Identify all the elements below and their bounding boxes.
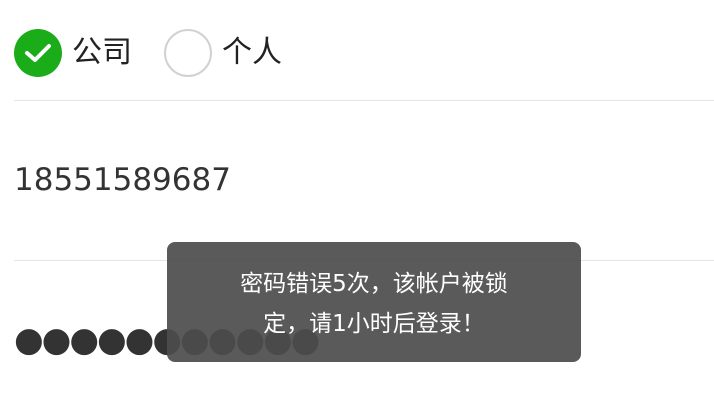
- radio-label-personal: 个人: [222, 35, 282, 70]
- radio-label-company: 公司: [72, 35, 132, 70]
- account-type-radio-group: 公司 个人: [14, 29, 282, 77]
- radio-unchecked-icon[interactable]: [164, 29, 212, 77]
- divider: [14, 100, 714, 101]
- error-toast: 密码错误5次，该帐户被锁定，请1小时后登录！: [167, 242, 581, 362]
- login-screen: 公司 个人 18551589687 ●●●●●●●●●●● 密码错误5次，该帐户…: [0, 0, 714, 416]
- toast-message: 密码错误5次，该帐户被锁定，请1小时后登录！: [240, 271, 508, 337]
- radio-option-company[interactable]: 公司: [14, 29, 132, 77]
- checkmark-icon[interactable]: [14, 29, 62, 77]
- radio-option-personal[interactable]: 个人: [164, 29, 282, 77]
- phone-input[interactable]: 18551589687: [14, 160, 231, 200]
